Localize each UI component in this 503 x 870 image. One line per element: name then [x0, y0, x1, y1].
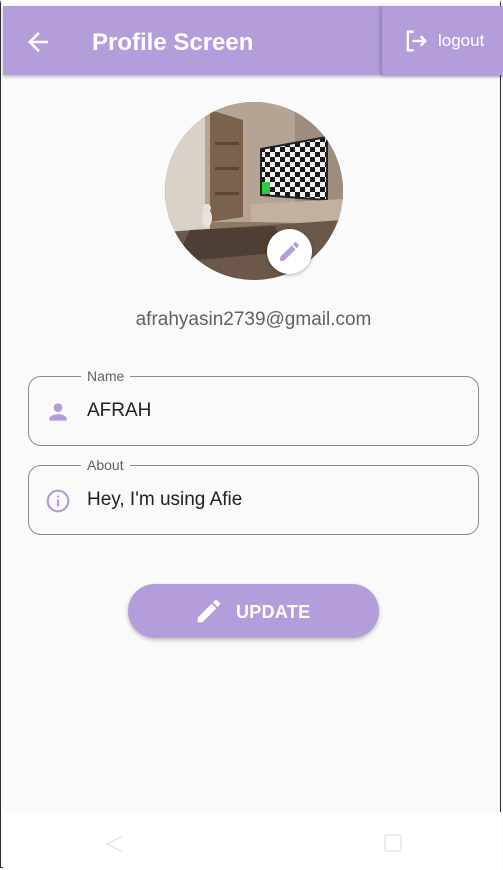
nav-back-icon[interactable]: [103, 832, 127, 856]
person-icon: [49, 403, 67, 421]
about-field[interactable]: About Hey, I'm using Afie: [28, 456, 479, 535]
profile-avatar[interactable]: [165, 102, 343, 280]
arrow-left-icon: [28, 32, 48, 52]
about-field-label: About: [81, 456, 130, 474]
name-field-label: Name: [81, 367, 131, 385]
phone-screen: Profile Screen logout afrahyasin2739@gma…: [0, 0, 503, 870]
update-button[interactable]: UPDATE: [128, 584, 379, 638]
edit-avatar-button[interactable]: [267, 229, 312, 274]
info-icon: [46, 489, 70, 513]
back-button[interactable]: [23, 27, 53, 57]
page-title: Profile Screen: [92, 29, 254, 56]
avatar-image: [165, 102, 343, 280]
logout-icon: [406, 30, 427, 52]
update-button-label: UPDATE: [236, 602, 311, 622]
pencil-icon: [197, 599, 221, 623]
name-field[interactable]: Name AFRAH: [28, 367, 479, 446]
about-input[interactable]: Hey, I'm using Afie: [87, 488, 242, 512]
user-email: afrahyasin2739@gmail.com: [135, 309, 372, 330]
nav-recents-icon[interactable]: [383, 833, 403, 853]
system-nav-bar: [3, 812, 502, 870]
logout-button[interactable]: logout: [381, 6, 503, 75]
logout-label: logout: [438, 31, 485, 50]
name-input[interactable]: AFRAH: [87, 399, 151, 423]
pencil-icon: [280, 242, 299, 261]
